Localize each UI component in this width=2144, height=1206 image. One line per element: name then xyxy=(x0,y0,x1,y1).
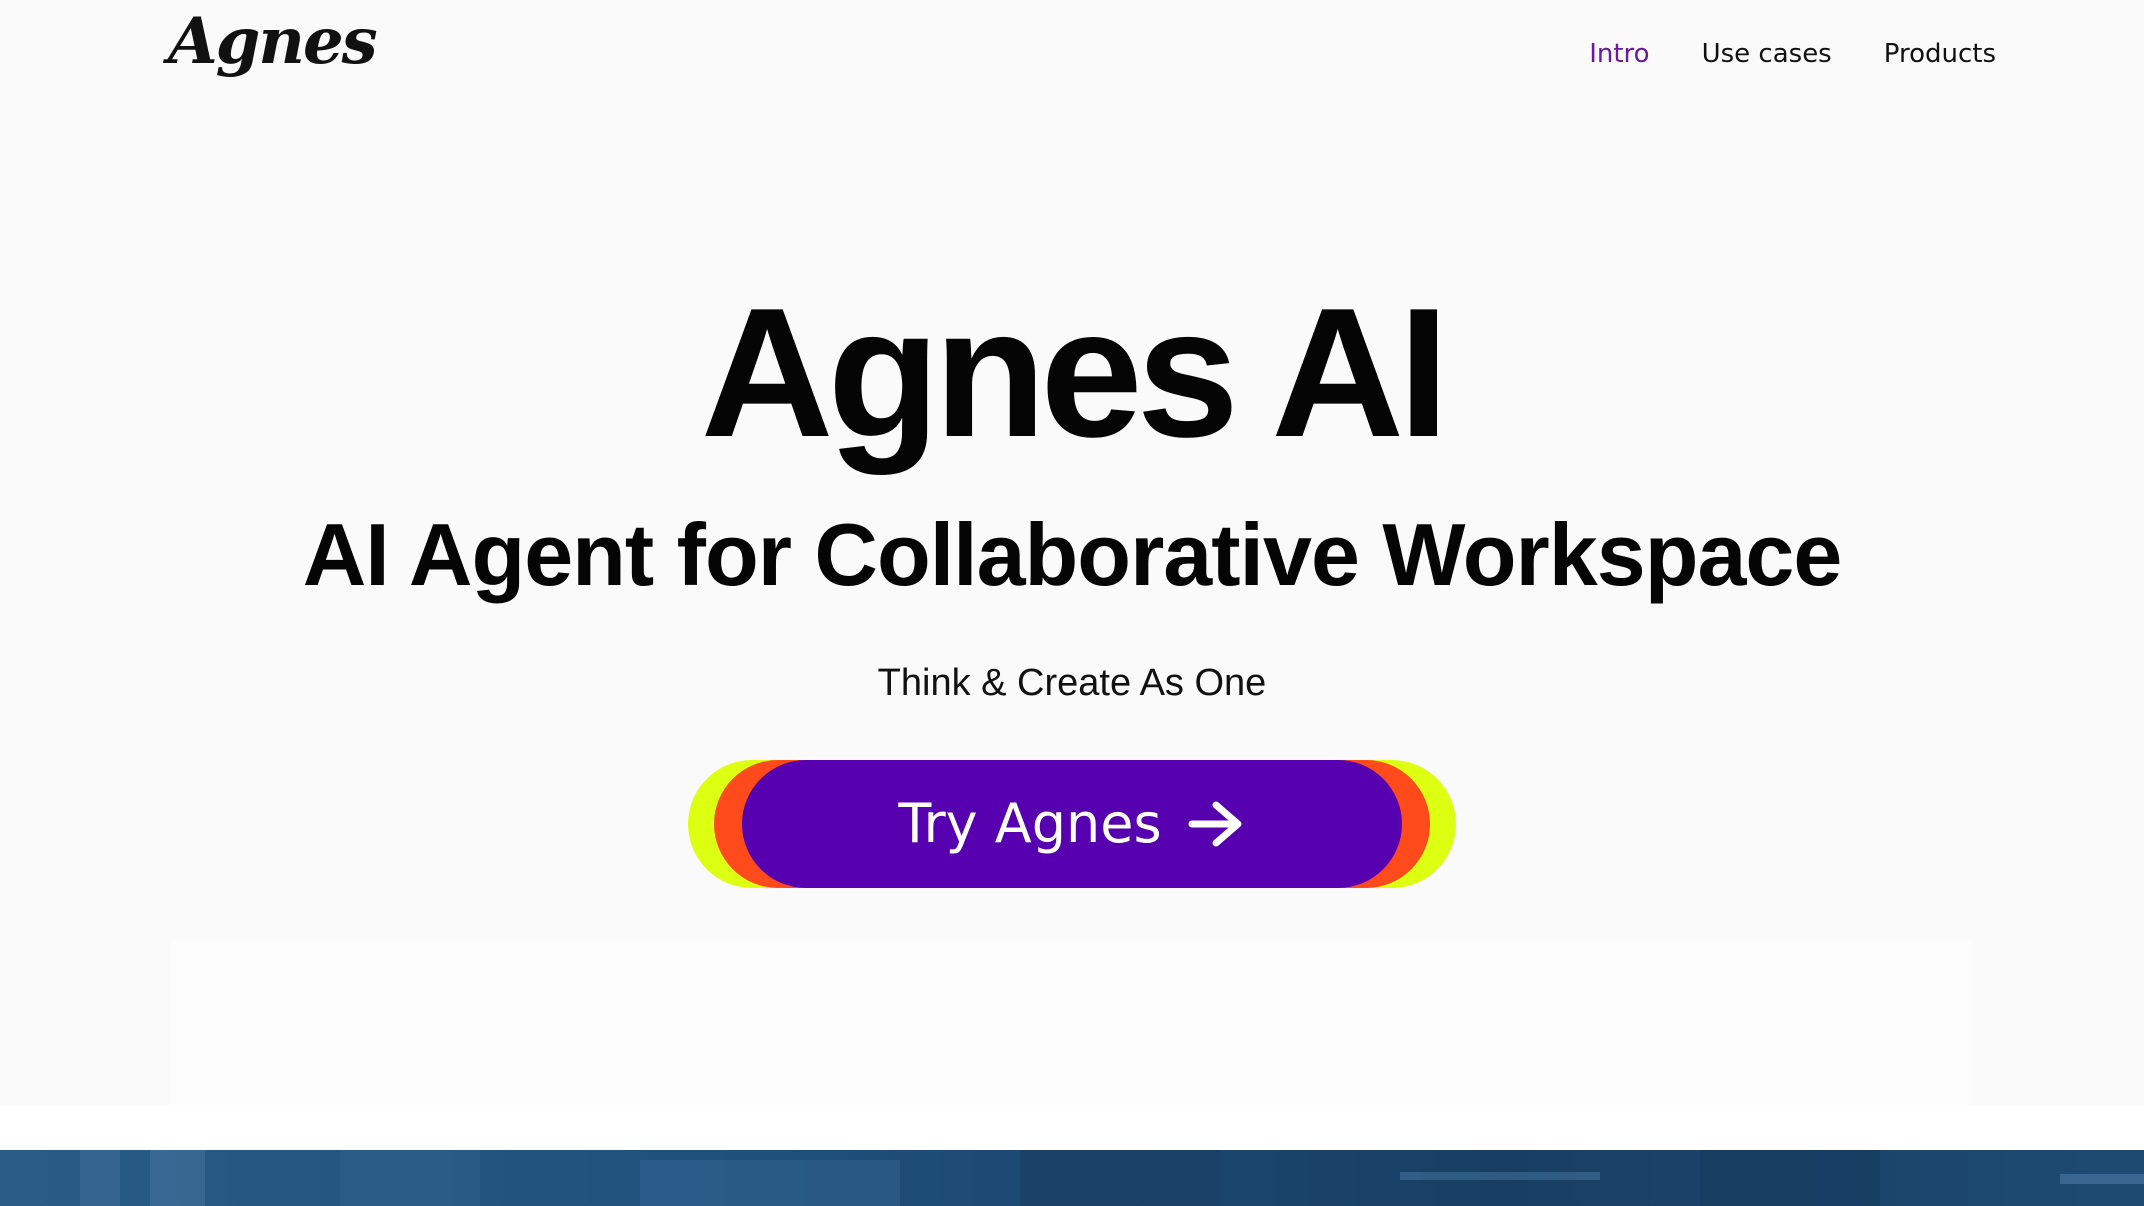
media-placeholder xyxy=(170,940,1970,1105)
try-agnes-label: Try Agnes xyxy=(898,792,1162,855)
hero-tagline: Think & Create As One xyxy=(877,662,1267,704)
hero-background-image xyxy=(0,1150,2144,1206)
section-divider xyxy=(0,1105,2144,1150)
hero-title: Agnes AI xyxy=(700,269,1450,475)
cta-wrapper: Try Agnes xyxy=(688,760,1456,888)
hero-subtitle: AI Agent for Collaborative Workspace xyxy=(302,505,1843,604)
arrow-right-icon xyxy=(1188,800,1246,848)
try-agnes-button[interactable]: Try Agnes xyxy=(742,760,1402,888)
